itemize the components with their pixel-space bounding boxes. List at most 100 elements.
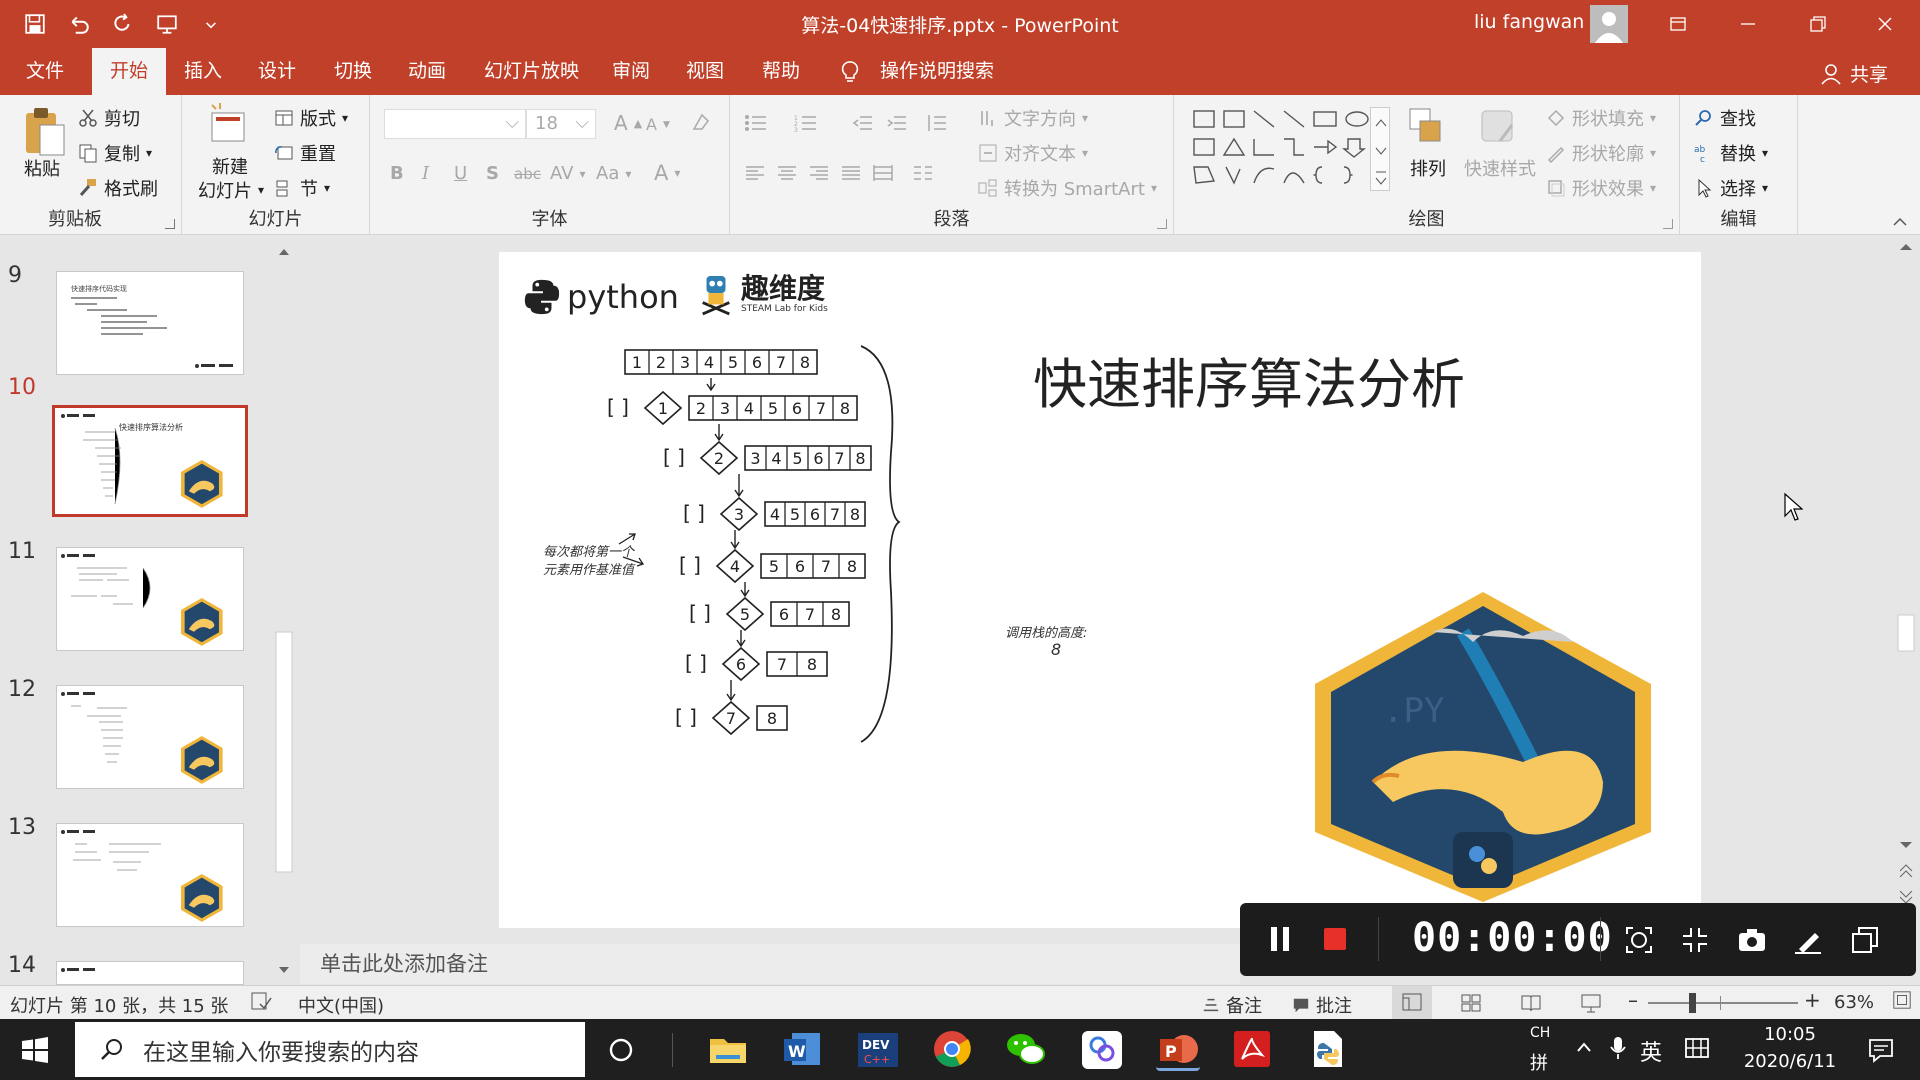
powerpoint-icon[interactable]: P: [1156, 1027, 1200, 1071]
tab-home[interactable]: 开始: [92, 48, 167, 95]
close-icon[interactable]: [1850, 0, 1920, 48]
save-icon[interactable]: [20, 9, 50, 39]
align-right-icon[interactable]: [808, 163, 830, 183]
notes-toggle-button[interactable]: 备注: [1202, 992, 1262, 1018]
justify-icon[interactable]: [840, 163, 862, 183]
tab-insert[interactable]: 插入: [166, 48, 240, 95]
wechat-icon[interactable]: [1004, 1027, 1048, 1071]
fit-slide-icon[interactable]: [1892, 990, 1912, 1015]
zoom-slider-handle[interactable]: [1689, 993, 1696, 1013]
bold-button[interactable]: B: [390, 163, 404, 184]
slide-thumbnail[interactable]: [56, 961, 244, 985]
font-family-select[interactable]: ⌵: [384, 109, 526, 139]
language-indicator[interactable]: 中文(中国): [298, 992, 384, 1018]
layout-button[interactable]: 版式 ▾: [274, 105, 348, 131]
character-spacing-button[interactable]: AV ▾: [550, 163, 586, 184]
python-file-icon[interactable]: [1306, 1027, 1350, 1071]
python-badge-image[interactable]: .PY: [1313, 592, 1653, 902]
zoom-slider[interactable]: [1648, 1002, 1798, 1004]
slide-thumbnail[interactable]: [56, 547, 244, 651]
select-button[interactable]: 选择 ▾: [1694, 175, 1768, 201]
slideshow-view-icon[interactable]: [1580, 992, 1602, 1019]
section-button[interactable]: 节 ▾: [274, 175, 330, 201]
align-left-icon[interactable]: [744, 163, 766, 183]
text-shadow-button[interactable]: S: [486, 163, 499, 184]
minimize-icon[interactable]: [1713, 0, 1783, 48]
camera-icon[interactable]: [1737, 925, 1767, 960]
shapes-gallery[interactable]: [1188, 107, 1388, 197]
thumbnails-scrollbar[interactable]: [272, 240, 296, 982]
replace-button[interactable]: ab c 替换 ▾: [1694, 140, 1768, 166]
columns-icon[interactable]: [912, 163, 934, 183]
share-button[interactable]: 共享: [1820, 60, 1888, 87]
ribbon-display-options-icon[interactable]: [1643, 0, 1713, 48]
pen-icon[interactable]: [1793, 925, 1823, 960]
tab-review[interactable]: 审阅: [594, 48, 668, 95]
comments-toggle-button[interactable]: 批注: [1292, 992, 1352, 1018]
undo-icon[interactable]: [64, 9, 94, 39]
editor-scrollbar[interactable]: [1892, 235, 1920, 985]
numbering-icon[interactable]: 123: [794, 113, 822, 133]
align-center-icon[interactable]: [776, 163, 798, 183]
app-icon[interactable]: [1080, 1027, 1124, 1071]
stop-icon[interactable]: [1322, 925, 1348, 953]
distributed-icon[interactable]: [872, 163, 894, 183]
tab-design[interactable]: 设计: [240, 48, 314, 95]
chrome-icon[interactable]: [930, 1027, 974, 1071]
collapse-ribbon-icon[interactable]: [1890, 213, 1910, 227]
shape-outline-button[interactable]: 形状轮廓 ▾: [1546, 140, 1656, 166]
slide-thumbnail[interactable]: [56, 685, 244, 789]
avatar[interactable]: [1590, 5, 1628, 43]
clear-format-icon[interactable]: [690, 111, 712, 133]
grow-font-button[interactable]: A ▲: [614, 111, 642, 135]
cortana-icon[interactable]: [608, 1037, 634, 1068]
present-icon[interactable]: [152, 9, 182, 39]
acrobat-icon[interactable]: [1230, 1027, 1274, 1071]
dev-cpp-icon[interactable]: DEV C++: [856, 1027, 900, 1071]
ime-ch-indicator[interactable]: CH: [1530, 1025, 1550, 1041]
dialog-launcher-icon[interactable]: [1663, 219, 1673, 229]
clock-time[interactable]: 10:05: [1740, 1024, 1840, 1045]
shrink-font-button[interactable]: A ▼: [646, 115, 670, 134]
align-text-button[interactable]: 对齐文本 ▾: [978, 140, 1088, 166]
window-mode-icon[interactable]: [1850, 925, 1880, 960]
ime-language-indicator[interactable]: 英: [1640, 1035, 1662, 1067]
taskbar-search-input[interactable]: 在这里输入你要搜索的内容: [75, 1022, 585, 1077]
ime-mode-icon[interactable]: [1684, 1035, 1710, 1066]
shrink-icon[interactable]: [1680, 925, 1710, 960]
tell-me-search[interactable]: 操作说明搜索: [862, 48, 1012, 95]
cut-button[interactable]: 剪切: [78, 105, 140, 131]
microphone-icon[interactable]: [1608, 1035, 1628, 1066]
italic-button[interactable]: I: [422, 163, 429, 184]
dialog-launcher-icon[interactable]: [165, 219, 175, 229]
reading-view-icon[interactable]: [1520, 992, 1542, 1019]
shape-fill-button[interactable]: 形状填充 ▾: [1546, 105, 1656, 131]
restore-icon[interactable]: [1783, 0, 1853, 48]
show-hidden-icons-icon[interactable]: [1574, 1037, 1594, 1062]
tab-slideshow[interactable]: 幻灯片放映: [466, 48, 597, 95]
redo-icon[interactable]: [108, 9, 138, 39]
zoom-in-button[interactable]: +: [1804, 988, 1821, 1012]
tab-help[interactable]: 帮助: [744, 48, 818, 95]
font-size-select[interactable]: 18 ⌵: [526, 109, 596, 139]
new-slide-label-1[interactable]: 新建: [212, 153, 248, 179]
quick-styles-icon[interactable]: [1476, 105, 1520, 149]
slide-canvas[interactable]: python 趣维度 STEAM Lab for Kids 快速排序算法分析 1…: [499, 252, 1701, 928]
tab-file[interactable]: 文件: [8, 48, 82, 95]
decrease-indent-icon[interactable]: [852, 113, 874, 133]
format-painter-button[interactable]: 格式刷: [78, 175, 158, 201]
screenshot-region-icon[interactable]: [1624, 925, 1654, 960]
tab-view[interactable]: 视图: [668, 48, 742, 95]
word-icon[interactable]: W: [780, 1027, 824, 1071]
new-slide-button[interactable]: 幻灯片 ▾: [198, 177, 264, 203]
dialog-launcher-icon[interactable]: [1157, 219, 1167, 229]
shape-effects-button[interactable]: 形状效果 ▾: [1546, 175, 1656, 201]
slide-sorter-view-icon[interactable]: [1460, 992, 1482, 1019]
windows-start-icon[interactable]: [22, 1037, 48, 1068]
ime-pinyin-indicator[interactable]: 拼: [1530, 1049, 1548, 1075]
normal-view-button[interactable]: [1392, 986, 1432, 1019]
slide-thumbnail-selected[interactable]: 快速排序算法分析: [52, 405, 248, 517]
paste-icon[interactable]: [22, 105, 66, 159]
bullets-icon[interactable]: [744, 113, 772, 133]
arrange-button[interactable]: 排列: [1410, 155, 1446, 181]
